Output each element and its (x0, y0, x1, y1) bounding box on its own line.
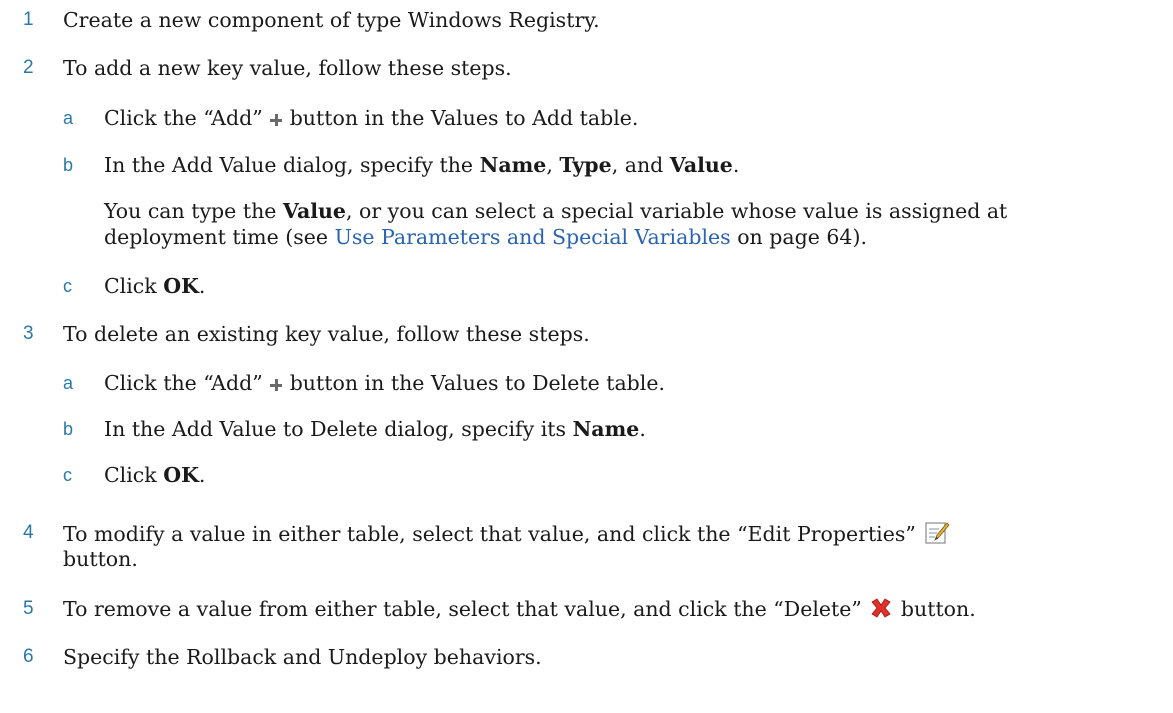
step-number: 3 (23, 323, 34, 344)
note-pre: You can type the (104, 199, 283, 223)
step-3a-post: button in the Values to Delete table. (289, 371, 666, 395)
step-2a-pre: Click the “Add” (104, 106, 263, 130)
step-3a-text: Click the “Add” button in the Values to D… (104, 371, 665, 395)
step-2b-note-line1: You can type the Value, or you can selec… (104, 199, 1007, 223)
step-4-line2: button. (63, 547, 138, 571)
step-1-text: Create a new component of type Windows R… (63, 8, 600, 32)
step-3b-pre: In the Add Value to Delete dialog, speci… (104, 417, 573, 441)
step-5-post: button. (900, 597, 976, 621)
click-pre: Click (104, 274, 164, 298)
plus-icon (269, 114, 282, 126)
step-2a-text: Click the “Add” button in the Values to A… (104, 106, 638, 130)
step-number: 4 (23, 522, 34, 543)
substep-letter: c (63, 465, 72, 485)
step-2-text: To add a new key value, follow these ste… (63, 56, 512, 80)
step-number: 1 (23, 9, 34, 30)
delete-x-icon (871, 598, 891, 618)
bold-type: Type (559, 153, 612, 177)
step-3b-text: In the Add Value to Delete dialog, speci… (104, 417, 646, 441)
step-6-text: Specify the Rollback and Undeploy behavi… (63, 645, 542, 669)
period: . (639, 417, 646, 441)
step-2b-text: In the Add Value dialog, specify the Nam… (104, 153, 739, 177)
step-2b-pre: In the Add Value dialog, specify the (104, 153, 480, 177)
sep: , and (611, 153, 670, 177)
note-line2-pre: deployment time (see (104, 225, 335, 249)
substep-letter: b (63, 155, 74, 175)
bold-ok: OK (163, 274, 199, 298)
plus-icon (269, 379, 282, 391)
step-number: 6 (23, 646, 34, 667)
step-number: 2 (23, 57, 34, 78)
substep-letter: b (63, 419, 74, 439)
bold-ok: OK (163, 463, 199, 487)
bold-value: Value (282, 199, 346, 223)
step-3-text: To delete an existing key value, follow … (63, 322, 590, 346)
step-2a-post: button in the Values to Add table. (289, 106, 639, 130)
substep-letter: a (63, 108, 74, 128)
step-2c-text: Click OK. (104, 274, 205, 298)
note-post: , or you can select a special variable w… (345, 199, 1008, 223)
step-3a-pre: Click the “Add” (104, 371, 263, 395)
step-number: 5 (23, 598, 34, 619)
click-pre: Click (104, 463, 164, 487)
bold-name: Name (572, 417, 640, 441)
note-line2-post: on page 64). (730, 225, 867, 249)
period: . (198, 274, 206, 298)
period: . (732, 153, 740, 177)
step-3c-text: Click OK. (104, 463, 205, 487)
step-5-pre: To remove a value from either table, sel… (63, 597, 862, 621)
period: . (198, 463, 206, 487)
step-2b-note-line2: deployment time (see Use Parameters and … (104, 225, 867, 249)
substep-letter: a (63, 373, 74, 393)
bold-name: Name (479, 153, 547, 177)
step-4-line1: To modify a value in either table, selec… (63, 521, 950, 546)
bold-value: Value (669, 153, 733, 177)
substep-letter: c (63, 276, 72, 296)
edit-properties-icon (925, 522, 950, 544)
sep: , (546, 153, 560, 177)
step-4-text: To modify a value in either table, selec… (63, 522, 916, 546)
step-5-text: To remove a value from either table, sel… (63, 597, 976, 621)
cross-reference-link[interactable]: Use Parameters and Special Variables (335, 225, 731, 249)
